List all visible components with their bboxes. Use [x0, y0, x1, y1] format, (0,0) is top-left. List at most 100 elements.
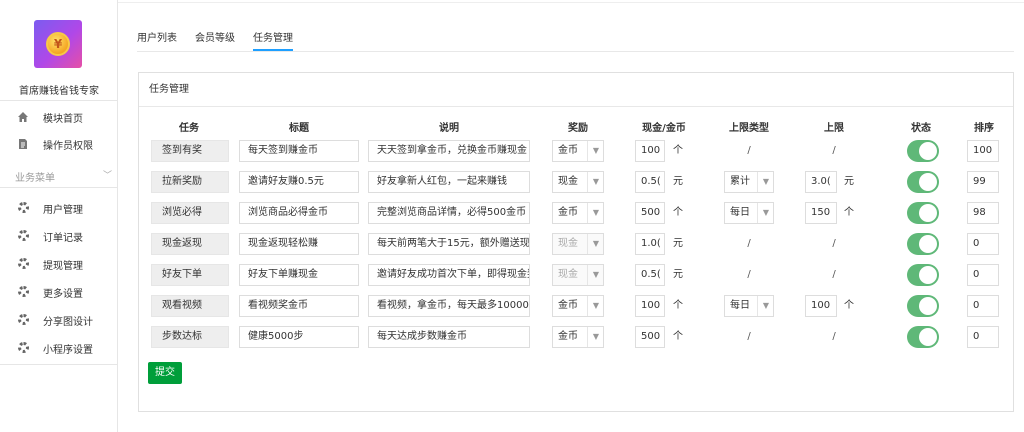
column-header-order: 排序: [974, 123, 994, 134]
sidebar-section-business[interactable]: 业务菜单 ﹀: [0, 166, 118, 186]
limit-empty: /: [832, 238, 836, 249]
table-row: 步数达标 健康5000步 每天达成步数赚金币 金币 ▼ 500 个 / / 0: [139, 322, 1015, 352]
column-header-status: 状态: [911, 123, 931, 134]
section-label: 业务菜单: [15, 173, 55, 184]
sidebar-item-miniprogram-settings[interactable]: 小程序设置: [0, 334, 118, 362]
description-input[interactable]: 完整浏览商品详情，必得500金币: [368, 202, 530, 224]
amount-input[interactable]: 0.5(: [635, 171, 665, 193]
description-input[interactable]: 每天前两笔大于15元，额外赠送现金: [368, 233, 530, 255]
select-value: 每日: [730, 207, 750, 218]
amount-input[interactable]: 0.5(: [635, 264, 665, 286]
title-input[interactable]: 浏览商品必得金币: [239, 202, 359, 224]
reward-type-select[interactable]: 金币 ▼: [552, 326, 604, 348]
table-row: 现金返现 现金返现轻松赚 每天前两笔大于15元，额外赠送现金 现金 ▼ 1.0(元 / / 0: [139, 229, 1015, 259]
limit-type-select[interactable]: 每日 ▼: [724, 295, 774, 317]
select-value: 金币: [558, 331, 578, 342]
reward-type-select[interactable]: 现金 ▼: [552, 171, 604, 193]
title-input[interactable]: 每天签到赚金币: [239, 140, 359, 162]
limit-type-empty: /: [747, 331, 751, 342]
sidebar-item-label: 操作员权限: [43, 140, 93, 152]
gear-icon: [17, 286, 29, 298]
description-input[interactable]: 天天签到拿金币，兑换金币赚现金: [368, 140, 530, 162]
order-input[interactable]: 0: [967, 326, 999, 348]
toggle-knob: [919, 297, 937, 315]
order-input[interactable]: 0: [967, 264, 999, 286]
toggle-knob: [919, 142, 937, 160]
brand-name: 首席赚钱省钱专家: [19, 86, 99, 97]
app-logo: ¥: [34, 20, 82, 68]
amount-input[interactable]: 500: [635, 326, 665, 348]
tab-user-list[interactable]: 用户列表: [137, 29, 177, 51]
status-toggle[interactable]: [907, 264, 939, 286]
reward-type-select[interactable]: 金币 ▼: [552, 295, 604, 317]
tab-member-levels[interactable]: 会员等级: [195, 29, 235, 51]
sidebar-item-operator-permissions[interactable]: 操作员权限: [0, 130, 118, 158]
amount-unit: 个: [673, 207, 683, 218]
sidebar-item-share-image-design[interactable]: 分享图设计: [0, 306, 118, 334]
status-toggle[interactable]: [907, 202, 939, 224]
limit-input[interactable]: 150: [805, 202, 837, 224]
column-header-task: 任务: [179, 123, 199, 134]
table-row: 观看视频 看视频奖金币 看视频，拿金币，每天最多10000 金币 ▼ 100 个 每日 ▼ 100…: [139, 291, 1015, 321]
status-toggle[interactable]: [907, 326, 939, 348]
limit-input[interactable]: 3.0(: [805, 171, 837, 193]
status-toggle[interactable]: [907, 140, 939, 162]
chevron-down-icon: ▼: [756, 203, 769, 223]
title-input[interactable]: 好友下单赚现金: [239, 264, 359, 286]
status-toggle[interactable]: [907, 171, 939, 193]
tab-bar: 用户列表 会员等级 任务管理: [137, 29, 311, 51]
description-input[interactable]: 邀请好友成功首次下单，即得现金奖: [368, 264, 530, 286]
sidebar-item-label: 小程序设置: [43, 344, 93, 356]
reward-type-select: 现金 ▼: [552, 264, 604, 286]
toggle-knob: [919, 235, 937, 253]
order-input[interactable]: 0: [967, 233, 999, 255]
amount-unit: 个: [673, 300, 683, 311]
task-name-cell: 好友下单: [151, 264, 229, 286]
home-icon: [17, 111, 29, 123]
order-input[interactable]: 99: [967, 171, 999, 193]
description-input[interactable]: 好友拿新人红包，一起来赚钱: [368, 171, 530, 193]
sidebar-item-label: 用户管理: [43, 204, 83, 216]
chevron-down-icon: ▼: [586, 265, 599, 285]
amount-input[interactable]: 100: [635, 295, 665, 317]
sidebar-item-label: 订单记录: [43, 232, 83, 244]
limit-empty: /: [832, 145, 836, 156]
tab-task-management[interactable]: 任务管理: [253, 29, 293, 51]
select-value: 金币: [558, 207, 578, 218]
toggle-knob: [919, 173, 937, 191]
select-value: 现金: [558, 269, 578, 280]
sidebar-item-withdrawal-management[interactable]: 提现管理: [0, 250, 118, 278]
column-header-limit: 上限: [824, 123, 844, 134]
title-input[interactable]: 邀请好友赚0.5元: [239, 171, 359, 193]
gear-icon: [17, 230, 29, 242]
title-input[interactable]: 现金返现轻松赚: [239, 233, 359, 255]
description-input[interactable]: 每天达成步数赚金币: [368, 326, 530, 348]
limit-type-select[interactable]: 每日 ▼: [724, 202, 774, 224]
chevron-down-icon: ▼: [586, 234, 599, 254]
limit-type-empty: /: [747, 145, 751, 156]
sidebar-item-user-management[interactable]: 用户管理: [0, 194, 118, 222]
title-input[interactable]: 健康5000步: [239, 326, 359, 348]
reward-type-select[interactable]: 金币 ▼: [552, 202, 604, 224]
task-name-cell: 观看视频: [151, 295, 229, 317]
status-toggle[interactable]: [907, 295, 939, 317]
order-input[interactable]: 98: [967, 202, 999, 224]
description-input[interactable]: 看视频，拿金币，每天最多10000: [368, 295, 530, 317]
limit-type-select[interactable]: 累计 ▼: [724, 171, 774, 193]
order-input[interactable]: 0: [967, 295, 999, 317]
order-input[interactable]: 100: [967, 140, 999, 162]
amount-input[interactable]: 100: [635, 140, 665, 162]
sidebar-item-order-records[interactable]: 订单记录: [0, 222, 118, 250]
title-input[interactable]: 看视频奖金币: [239, 295, 359, 317]
panel-title: 任务管理: [139, 73, 1013, 107]
status-toggle[interactable]: [907, 233, 939, 255]
reward-type-select[interactable]: 金币 ▼: [552, 140, 604, 162]
chevron-down-icon: ▼: [586, 327, 599, 347]
sidebar-item-more-settings[interactable]: 更多设置: [0, 278, 118, 306]
amount-input[interactable]: 1.0(: [635, 233, 665, 255]
chevron-down-icon: ▼: [756, 172, 769, 192]
submit-button[interactable]: 提交: [148, 362, 182, 384]
amount-input[interactable]: 500: [635, 202, 665, 224]
limit-input[interactable]: 100: [805, 295, 837, 317]
sidebar-item-home[interactable]: 模块首页: [0, 103, 118, 131]
